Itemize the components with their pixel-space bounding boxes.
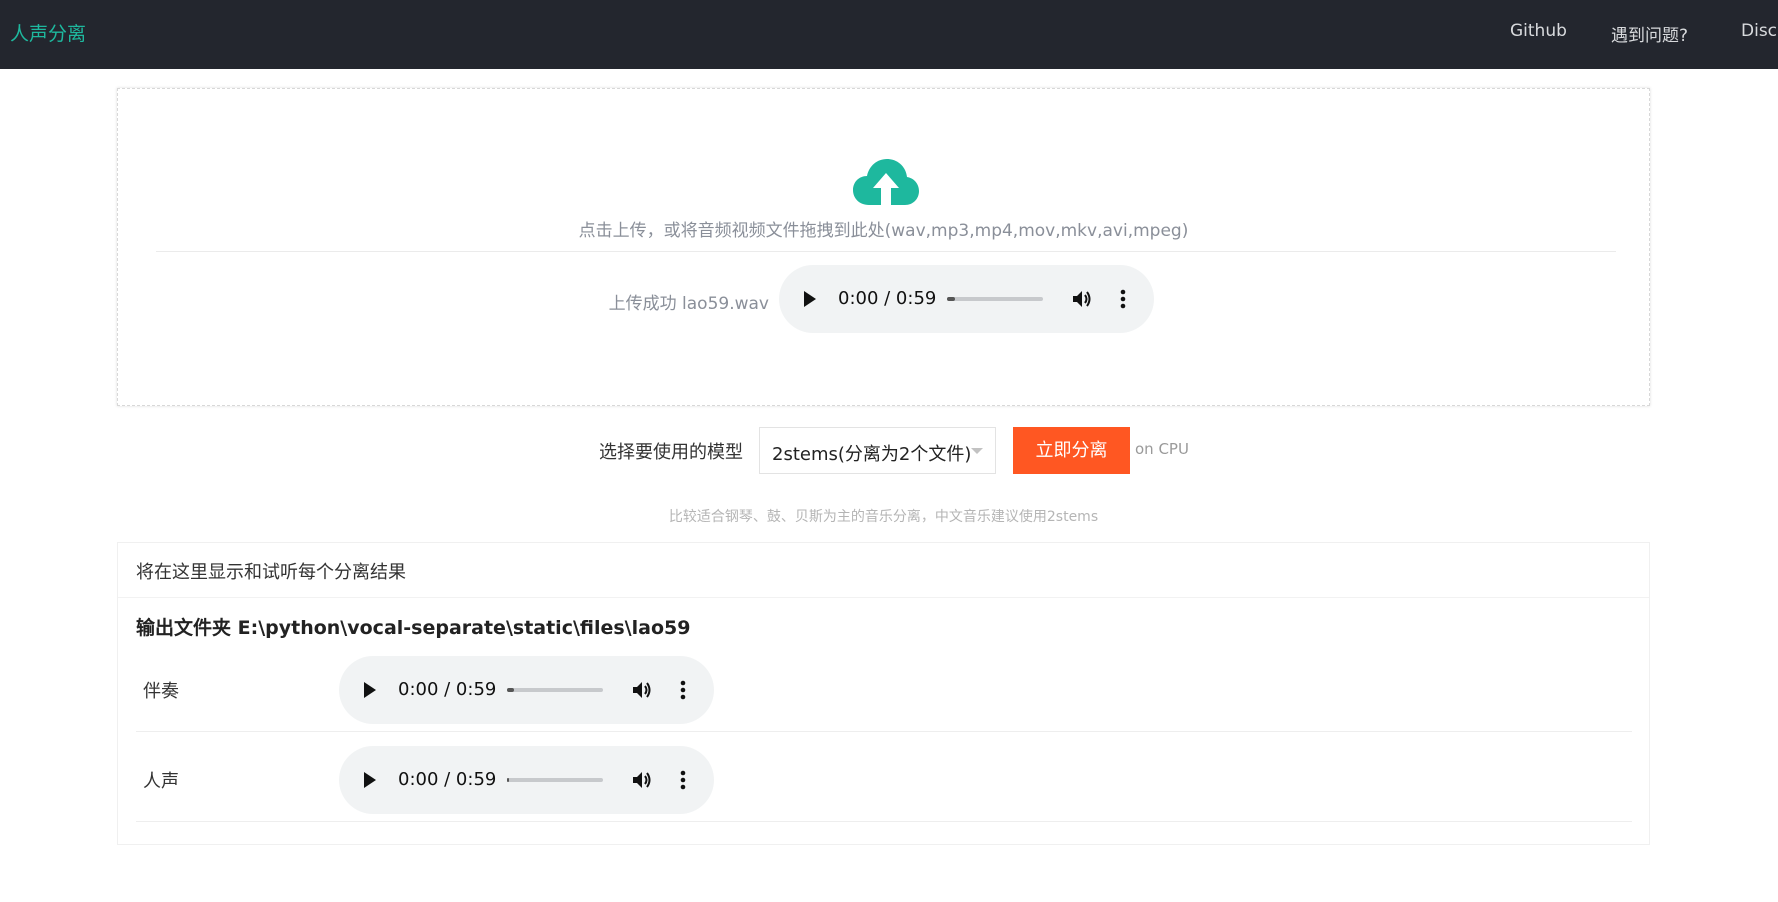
player-seek-fill bbox=[507, 778, 509, 782]
device-indicator: on CPU bbox=[1135, 440, 1189, 458]
nav-link-discuss[interactable]: Disc bbox=[1741, 21, 1777, 41]
play-icon[interactable] bbox=[364, 682, 376, 698]
model-select-label: 选择要使用的模型 bbox=[599, 442, 743, 463]
vocals-audio-player[interactable]: 0:00 / 0:59 bbox=[339, 746, 714, 814]
track-label-accompaniment: 伴奏 bbox=[143, 681, 179, 702]
uploaded-audio-player[interactable]: 0:00 / 0:59 bbox=[779, 265, 1154, 333]
upload-dropzone[interactable]: 点击上传，或将音频视频文件拖拽到此处(wav,mp3,mp4,mov,mkv,a… bbox=[117, 88, 1650, 406]
player-seek-bar[interactable] bbox=[507, 778, 603, 782]
play-icon[interactable] bbox=[804, 291, 816, 307]
player-time: 0:00 / 0:59 bbox=[398, 679, 497, 700]
upload-divider bbox=[156, 251, 1616, 252]
player-seek-bar[interactable] bbox=[507, 688, 603, 692]
player-seek-bar[interactable] bbox=[947, 297, 1043, 301]
upload-status-text: 上传成功 lao59.wav bbox=[608, 294, 769, 314]
nav-link-help[interactable]: 遇到问题? bbox=[1611, 21, 1688, 46]
volume-icon[interactable] bbox=[631, 679, 653, 701]
cloud-upload-icon bbox=[853, 159, 919, 205]
track-row-divider bbox=[136, 731, 1632, 732]
top-nav-bar: 人声分离 Github 遇到问题? Disc bbox=[0, 0, 1778, 69]
volume-icon[interactable] bbox=[631, 769, 653, 791]
more-options-icon[interactable] bbox=[680, 679, 686, 701]
play-icon[interactable] bbox=[364, 772, 376, 788]
model-select-value: 2stems(分离为2个文件) bbox=[772, 444, 972, 465]
results-divider bbox=[118, 597, 1649, 598]
volume-icon[interactable] bbox=[1071, 288, 1093, 310]
model-select-dropdown[interactable]: 2stems(分离为2个文件) bbox=[759, 427, 996, 474]
more-options-icon[interactable] bbox=[680, 769, 686, 791]
separate-now-button[interactable]: 立即分离 bbox=[1013, 427, 1130, 474]
output-folder-path: 输出文件夹 E:\python\vocal-separate\static\fi… bbox=[136, 617, 691, 639]
nav-link-github[interactable]: Github bbox=[1510, 21, 1567, 41]
brand-logo-text[interactable]: 人声分离 bbox=[10, 19, 86, 46]
player-time: 0:00 / 0:59 bbox=[838, 288, 937, 309]
player-time: 0:00 / 0:59 bbox=[398, 769, 497, 790]
player-seek-fill bbox=[507, 688, 514, 692]
track-label-vocals: 人声 bbox=[143, 771, 179, 792]
player-seek-fill bbox=[947, 297, 955, 301]
more-options-icon[interactable] bbox=[1120, 288, 1126, 310]
results-header: 将在这里显示和试听每个分离结果 bbox=[136, 562, 406, 583]
accompaniment-audio-player[interactable]: 0:00 / 0:59 bbox=[339, 656, 714, 724]
chevron-down-icon bbox=[971, 448, 983, 454]
results-panel: 将在这里显示和试听每个分离结果 输出文件夹 E:\python\vocal-se… bbox=[117, 542, 1650, 845]
model-tip-text: 比较适合钢琴、鼓、贝斯为主的音乐分离，中文音乐建议使用2stems bbox=[668, 509, 1099, 525]
upload-hint-text: 点击上传，或将音频视频文件拖拽到此处(wav,mp3,mp4,mov,mkv,a… bbox=[578, 221, 1189, 241]
track-row-divider bbox=[136, 821, 1632, 822]
